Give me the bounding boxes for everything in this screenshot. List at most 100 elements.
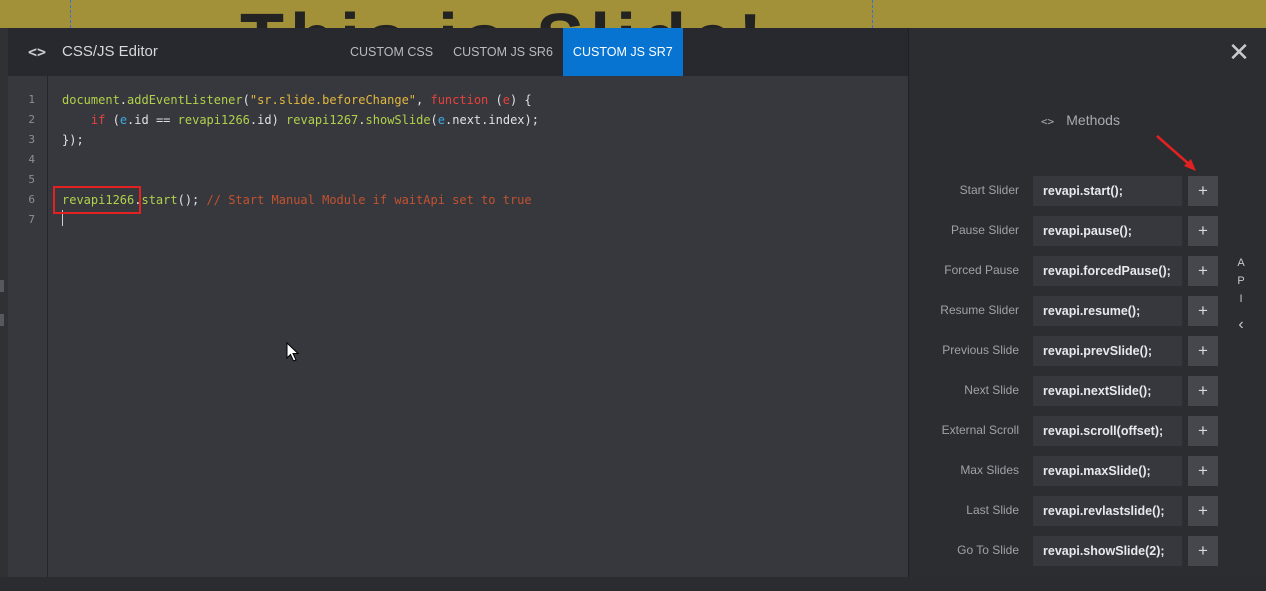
method-code: revapi.resume(); xyxy=(1033,296,1182,326)
method-label: Go To Slide xyxy=(957,543,1019,557)
code-token: revapi1267 xyxy=(286,113,359,127)
code-token: . xyxy=(119,93,128,107)
code-line-3: }); xyxy=(62,133,84,147)
code-token: ( xyxy=(488,93,503,107)
method-label: Resume Slider xyxy=(940,303,1019,317)
background-bottom-edge xyxy=(0,577,1266,591)
line-number: 5 xyxy=(28,173,35,186)
method-label: Pause Slider xyxy=(950,223,1019,237)
highlight-annotation-box xyxy=(53,186,141,214)
code-token: == xyxy=(148,113,178,127)
code-token: next xyxy=(452,113,482,127)
add-method-button[interactable]: + xyxy=(1188,336,1218,366)
add-method-button[interactable]: + xyxy=(1188,296,1218,326)
method-code: revapi.prevSlide(); xyxy=(1033,336,1182,366)
method-row: Last Slide revapi.revlastslide(); + xyxy=(909,496,1225,526)
background-tick xyxy=(0,280,4,292)
method-code: revapi.nextSlide(); xyxy=(1033,376,1182,406)
code-token: function xyxy=(430,93,489,107)
method-row: External Scroll revapi.scroll(offset); + xyxy=(909,416,1225,446)
code-token: (); xyxy=(177,193,207,207)
guide-line xyxy=(70,0,71,28)
editor-header: <> CSS/JS Editor CUSTOM CSS CUSTOM JS SR… xyxy=(8,28,908,76)
api-tab-letter: A xyxy=(1237,257,1245,269)
method-code: revapi.showSlide(2); xyxy=(1033,536,1182,566)
code-token: e xyxy=(119,113,128,127)
code-editor[interactable]: 1 2 3 4 5 6 7 document.addEventListener(… xyxy=(8,76,908,577)
mouse-pointer-icon xyxy=(286,342,300,362)
code-token: e xyxy=(437,113,446,127)
code-token: if xyxy=(90,113,106,127)
method-label: Last Slide xyxy=(966,503,1019,517)
code-token: ( xyxy=(430,113,438,127)
line-number-gutter: 1 2 3 4 5 6 7 xyxy=(8,76,48,577)
code-token: . xyxy=(358,113,366,127)
code-token: id xyxy=(257,113,272,127)
method-label: Previous Slide xyxy=(942,343,1019,357)
background-slide-area: This is Slide! xyxy=(0,0,1266,28)
add-method-button[interactable]: + xyxy=(1188,416,1218,446)
method-label: Forced Pause xyxy=(944,263,1019,277)
editor-tabs: CUSTOM CSS CUSTOM JS SR6 CUSTOM JS SR7 xyxy=(340,28,683,76)
code-token: ) { xyxy=(509,93,532,107)
editor-title: CSS/JS Editor xyxy=(62,43,158,60)
method-row: Start Slider revapi.start(); + xyxy=(909,176,1225,206)
add-method-button[interactable]: + xyxy=(1188,376,1218,406)
line-number: 1 xyxy=(28,93,35,106)
tab-custom-css[interactable]: CUSTOM CSS xyxy=(340,28,443,76)
methods-title: Methods xyxy=(1066,112,1120,128)
background-slide-headline: This is Slide! xyxy=(240,4,768,28)
line-number: 7 xyxy=(28,213,35,226)
code-token: index xyxy=(488,113,525,127)
add-method-button[interactable]: + xyxy=(1188,456,1218,486)
method-row: Previous Slide revapi.prevSlide(); + xyxy=(909,336,1225,366)
api-panel-tab[interactable]: A P I xyxy=(1233,254,1249,308)
red-arrow-annotation-icon xyxy=(1156,135,1196,171)
chevron-left-icon[interactable]: ‹ xyxy=(1233,316,1249,334)
line-number: 4 xyxy=(28,153,35,166)
method-code: revapi.revlastslide(); xyxy=(1033,496,1182,526)
add-method-button[interactable]: + xyxy=(1188,536,1218,566)
add-method-button[interactable]: + xyxy=(1188,176,1218,206)
line-number: 3 xyxy=(28,133,35,146)
add-method-button[interactable]: + xyxy=(1188,496,1218,526)
api-methods-panel: ✕ <> Methods Start Slider revapi.start();… xyxy=(908,28,1257,577)
code-token: , xyxy=(416,93,431,107)
code-token: ( xyxy=(242,93,250,107)
method-code: revapi.scroll(offset); xyxy=(1033,416,1182,446)
method-label: External Scroll xyxy=(941,423,1019,437)
api-tab-letter: I xyxy=(1239,293,1243,305)
code-token: "sr.slide.beforeChange" xyxy=(249,93,417,107)
code-token: revapi1266 xyxy=(177,113,250,127)
code-line-2: if (e.id == revapi1266.id) revapi1267.sh… xyxy=(62,110,539,130)
code-token: addEventListener xyxy=(127,93,243,107)
method-code: revapi.pause(); xyxy=(1033,216,1182,246)
add-method-button[interactable]: + xyxy=(1188,256,1218,286)
tab-custom-js-sr6[interactable]: CUSTOM JS SR6 xyxy=(443,28,563,76)
method-code: revapi.maxSlide(); xyxy=(1033,456,1182,486)
background-tick xyxy=(0,314,4,326)
method-code: revapi.forcedPause(); xyxy=(1033,256,1182,286)
method-code: revapi.start(); xyxy=(1033,176,1182,206)
guide-line xyxy=(872,0,873,28)
method-label: Next Slide xyxy=(964,383,1019,397)
tab-custom-js-sr7[interactable]: CUSTOM JS SR7 xyxy=(562,28,683,76)
method-row: Go To Slide revapi.showSlide(2); + xyxy=(909,536,1225,566)
code-token: id xyxy=(134,113,149,127)
background-right-edge xyxy=(1256,28,1266,591)
method-row: Pause Slider revapi.pause(); + xyxy=(909,216,1225,246)
code-token: e xyxy=(502,93,510,107)
background-left-edge xyxy=(0,28,8,591)
method-row: Forced Pause revapi.forcedPause(); + xyxy=(909,256,1225,286)
method-label: Start Slider xyxy=(959,183,1019,197)
code-brackets-icon: <> xyxy=(1041,115,1055,128)
code-token: start xyxy=(141,193,178,207)
add-method-button[interactable]: + xyxy=(1188,216,1218,246)
code-token: ); xyxy=(524,113,539,127)
method-row: Max Slides revapi.maxSlide(); + xyxy=(909,456,1225,486)
code-token: ) xyxy=(271,113,287,127)
close-icon[interactable]: ✕ xyxy=(1227,39,1251,65)
code-token: ( xyxy=(105,113,120,127)
code-comment: // Start Manual Module if waitApi set to… xyxy=(206,193,532,207)
